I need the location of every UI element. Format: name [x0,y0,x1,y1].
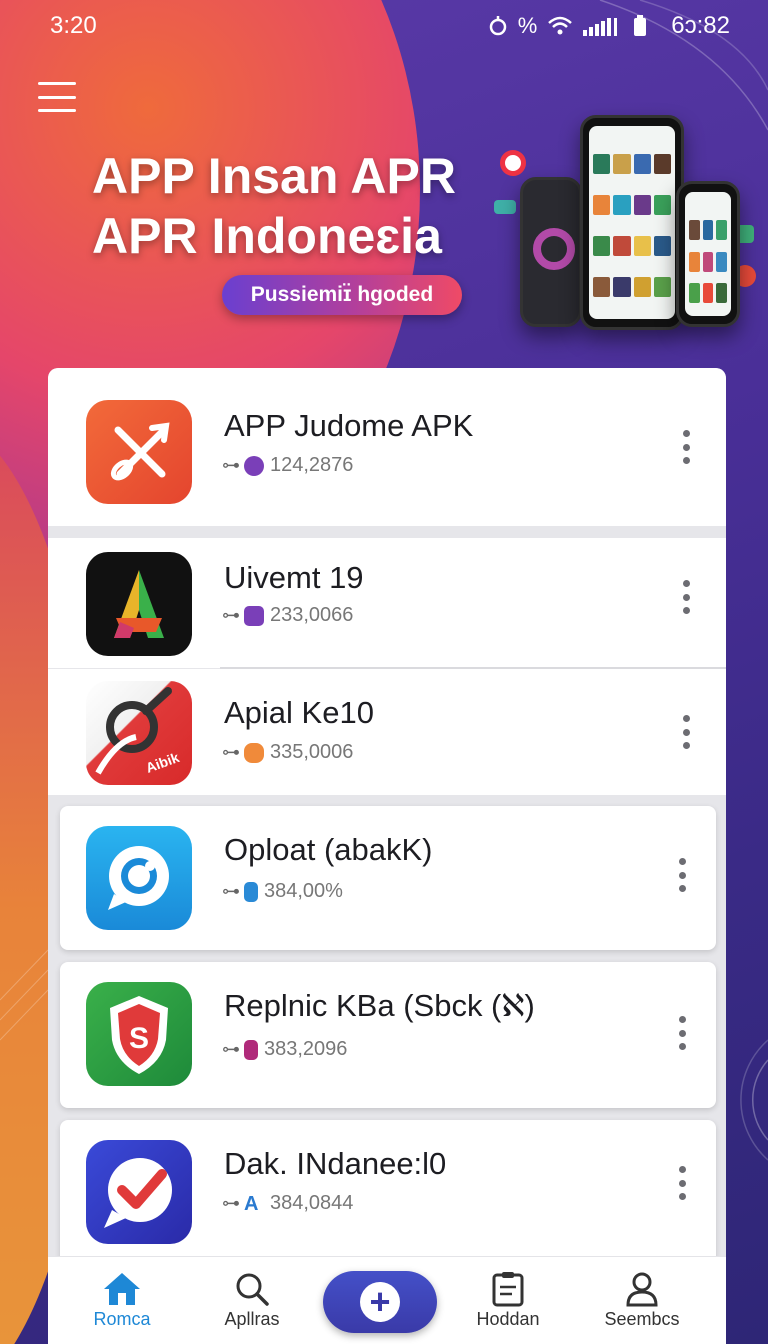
app-meta-value: 335,0006 [270,741,354,763]
app-meta-value: 383,2096 [264,1038,348,1060]
list-item[interactable]: Uivemt 19 ⊶ 233,0066 [48,538,726,668]
add-button[interactable]: + [323,1271,437,1333]
more-options-icon[interactable] [682,715,690,749]
ring-brush-icon: Aibik [86,681,192,785]
person-icon [626,1272,658,1307]
key-icon: ⊶ [222,455,240,475]
app-meta: ⊶ 233,0066 [222,604,353,627]
app-badge-icon [244,881,258,902]
menu-icon[interactable] [38,82,76,112]
app-meta: ⊶ A 384,0844 [222,1192,353,1215]
search-icon [236,1273,269,1306]
status-icons: % 6ɔ:82 [488,12,730,40]
key-icon: ⊶ [222,1193,240,1213]
clipboard-icon [492,1272,524,1307]
app-meta: ⊶ 383,2096 [222,1038,347,1061]
app-badge-icon: A [244,1192,259,1215]
list-item[interactable]: Dak. INdanee:l0 ⊶ A 384,0844 [60,1120,716,1272]
app-meta: ⊶ 335,0006 [222,741,353,764]
bottom-nav: Romca Apllras + Hoddan Seembcs [48,1256,726,1344]
key-icon: ⊶ [222,881,240,901]
svg-text:Aibik: Aibik [144,749,182,776]
app-meta: ⊶ 384,00% [222,880,343,903]
app-meta-value: 384,00% [264,880,343,902]
app-title: Dak. INdanee:l0 [224,1146,447,1181]
chrome-icon [500,150,526,176]
nav-profile-label: Seembcs [604,1309,680,1329]
app-badge-icon [244,742,264,763]
percent-icon: % [517,13,538,38]
app-title: Replnic KBa (Sbck (ℵ) [224,988,535,1023]
phone-back [520,177,582,327]
alarm-icon [489,16,506,36]
app-badge-icon [244,455,264,476]
nav-home[interactable]: Romca [62,1269,182,1330]
list-item[interactable]: Aibik Apial Ke10 ⊶ 335,0006 [48,669,726,795]
app-title: Apial Ke10 [224,695,374,730]
plus-icon: + [360,1282,400,1322]
status-right-text: 6ɔ:82 [671,12,730,39]
key-icon: ⊶ [222,1039,240,1059]
wifi-icon [548,16,573,35]
nav-home-label: Romca [93,1309,151,1329]
checkmark-bubble-icon [86,1140,192,1244]
app-meta-value: 124,2876 [270,454,354,476]
nav-docs[interactable]: Hoddan [448,1269,568,1330]
app-meta: ⊶ 124,2876 [222,454,353,477]
battery-icon [634,15,647,36]
home-icon [104,1273,140,1305]
more-options-icon[interactable] [678,1016,686,1050]
list-item[interactable]: Oploat (abakK) ⊶ 384,00% [60,806,716,950]
decor-chip-icon [494,200,516,214]
phone-main [580,115,684,330]
more-options-icon[interactable] [682,580,690,614]
chat-bubble-icon [86,826,192,930]
key-icon: ⊶ [222,605,240,625]
cross-arrow-icon [86,400,192,504]
hero-pill-button[interactable]: Pussiemiɪ̈ hgoded [222,275,462,315]
more-options-icon[interactable] [678,1166,686,1200]
app-title: Oploat (abakK) [224,832,433,867]
app-title: APP Judome APK [224,408,474,443]
nav-profile[interactable]: Seembcs [582,1269,702,1330]
svg-text:S: S [129,1022,149,1055]
nav-search[interactable]: Apllras [192,1269,312,1330]
more-options-icon[interactable] [682,430,690,464]
list-item[interactable]: S Replnic KBa (Sbck (ℵ) ⊶ 383,2096 [60,962,716,1108]
shield-s-icon: S [86,982,192,1086]
nav-docs-label: Hoddan [476,1309,540,1329]
status-time: 3:20 [50,12,97,39]
hero-title: APP Insan APR APR Indoneɛia [92,146,512,266]
hero-phones-illustration [494,115,760,340]
app-meta-value: 233,0066 [270,604,354,626]
hero-title-line2: APR Indoneɛia [92,208,442,264]
app-title: Uivemt 19 [224,560,364,595]
hero-title-line1: APP Insan APR [92,148,456,204]
more-options-icon[interactable] [678,858,686,892]
status-bar: 3:20 % 6ɔ:82 [0,0,768,52]
key-icon: ⊶ [222,742,240,762]
phone-small [676,181,740,327]
app-meta-value: 384,0844 [270,1192,354,1214]
app-list: APP Judome APK ⊶ 124,2876 Uivemt 19 ⊶ 23… [48,368,726,1272]
nav-search-label: Apllras [224,1309,280,1329]
list-item[interactable]: APP Judome APK ⊶ 124,2876 [48,368,726,526]
app-badge-icon [244,1039,258,1060]
app-badge-icon [244,605,264,626]
signal-icon [583,18,618,36]
letter-a-icon [86,552,192,656]
